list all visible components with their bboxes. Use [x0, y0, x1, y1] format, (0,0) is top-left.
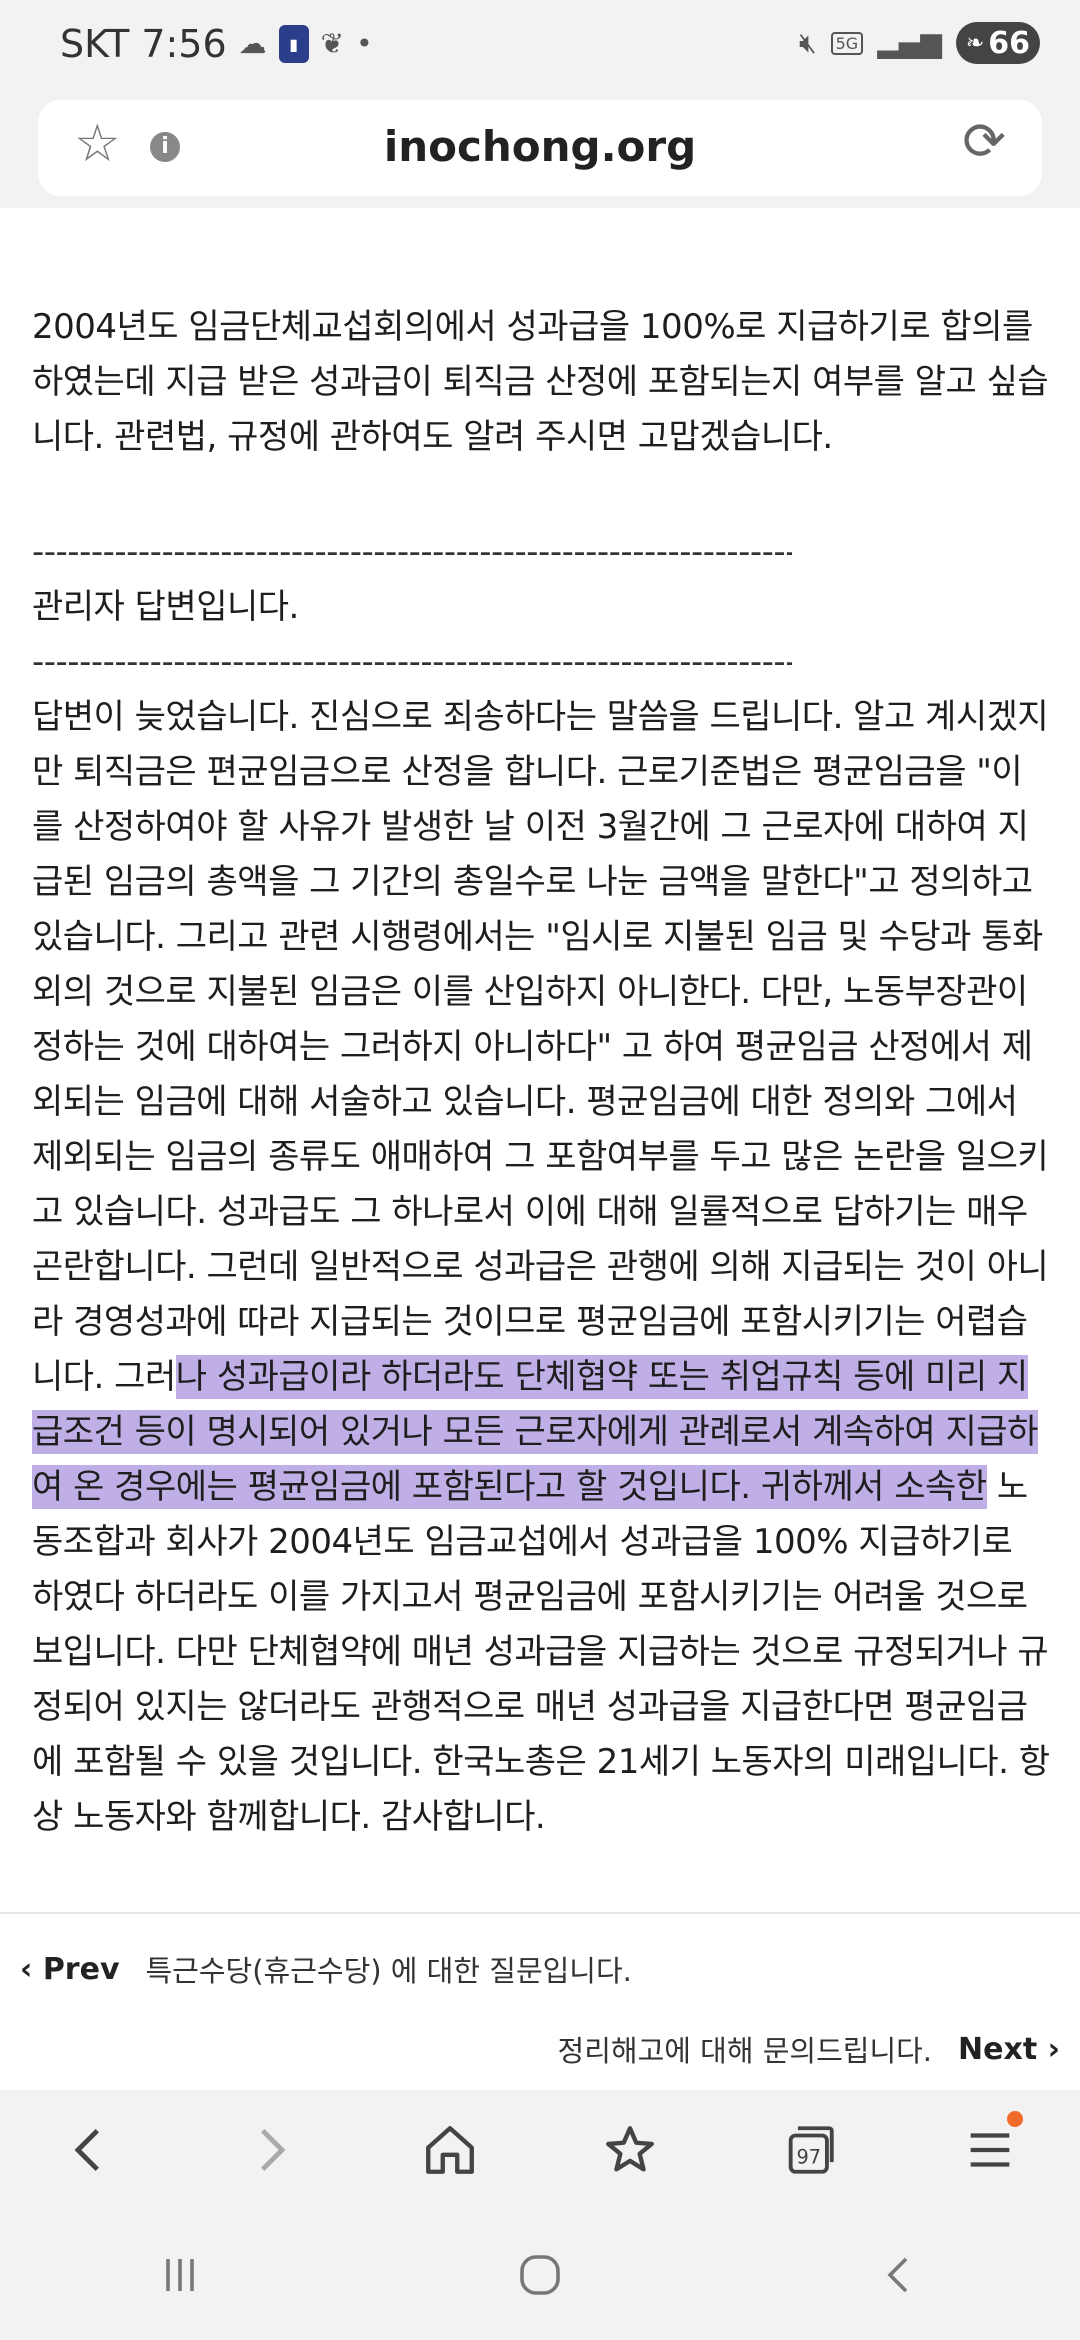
answer-part-2: 노동조합과 회사가 2004년도 임금교섭에서 성과급을 100% 지급하기로 …: [32, 1467, 1050, 1837]
answer-text: 답변이 늦었습니다. 진심으로 죄송하다는 말씀을 드립니다. 알고 계시겠지만…: [32, 690, 1052, 1845]
status-left: SKT 7:56 ☁ ▮ ❦ •: [60, 22, 373, 66]
back-icon: [74, 2128, 99, 2172]
dot-icon: •: [356, 27, 373, 60]
prev-label: Prev: [42, 1951, 120, 1987]
home-circle-icon: [520, 2255, 560, 2295]
bookmarks-button[interactable]: [585, 2105, 675, 2195]
app-notification-icon: ▮: [278, 25, 309, 63]
home-icon: [426, 2126, 474, 2174]
clock: 7:56: [141, 22, 227, 66]
battery-indicator: ❧ 66: [955, 22, 1040, 64]
reload-icon[interactable]: ⟳: [962, 116, 1006, 168]
system-nav-bar: [0, 2210, 1080, 2340]
answer-part-1: 답변이 늦었습니다. 진심으로 죄송하다는 말씀을 드립니다. 알고 계시겠지만…: [32, 697, 1049, 1397]
next-post-link[interactable]: 정리해고에 대해 문의드립니다. Next ›: [558, 2028, 1060, 2070]
back-button[interactable]: [45, 2105, 135, 2195]
home-button[interactable]: [405, 2105, 495, 2195]
divider-top: ----------------------------------------…: [32, 532, 792, 572]
recents-icon: [166, 2259, 194, 2291]
cloud-icon: ☁: [238, 27, 267, 60]
menu-button[interactable]: [945, 2105, 1035, 2195]
menu-icon: [970, 2133, 1010, 2167]
carrier-label: SKT: [60, 22, 130, 66]
url-domain[interactable]: inochong.org: [38, 122, 1042, 171]
highlighted-text: 나 성과급이라 하더라도 단체협약 또는 취업규칙 등에 미리 지급조건 등이 …: [32, 1355, 1038, 1509]
next-button[interactable]: Next ›: [958, 2032, 1060, 2067]
mute-icon: 🔇︎: [798, 26, 817, 59]
back-nav-icon: [887, 2257, 908, 2293]
back-nav-button[interactable]: [850, 2235, 950, 2315]
forward-icon: [261, 2128, 286, 2172]
notification-dot: [1007, 2111, 1023, 2127]
battery-saver-icon: ❧: [965, 30, 985, 56]
home-nav-button[interactable]: [490, 2235, 590, 2315]
bookmark-star-icon: [606, 2126, 654, 2172]
leaf-icon: ❦: [320, 27, 345, 60]
browser-toolbar: 97: [0, 2090, 1080, 2210]
address-bar-container: ☆ i inochong.org ⟳: [0, 100, 1080, 208]
signal-icon: ▂▄▆: [877, 26, 942, 59]
prev-post-title[interactable]: 특근수당(휴근수당) 에 대한 질문입니다.: [146, 1948, 632, 1990]
network-type: 5G: [830, 31, 864, 55]
battery-level: 66: [988, 25, 1030, 61]
recents-button[interactable]: [130, 2235, 230, 2315]
next-label: Next: [958, 2031, 1038, 2067]
address-bar[interactable]: ☆ i inochong.org ⟳: [38, 100, 1042, 196]
tabs-count: 97: [796, 2145, 821, 2168]
prev-button[interactable]: ‹ Prev: [20, 1952, 120, 1987]
status-right: 🔇︎ 5G ▂▄▆ ❧ 66: [799, 22, 1040, 64]
next-post-title[interactable]: 정리해고에 대해 문의드립니다.: [558, 2028, 933, 2070]
admin-answer-label: 관리자 답변입니다.: [32, 587, 299, 627]
status-bar: SKT 7:56 ☁ ▮ ❦ • 🔇︎ 5G ▂▄▆ ❧ 66: [0, 0, 1080, 100]
nav-separator: [0, 1912, 1080, 1914]
divider-bottom: ----------------------------------------…: [32, 642, 792, 682]
forward-button[interactable]: [225, 2105, 315, 2195]
tabs-icon: 97: [788, 2126, 834, 2174]
article-body: 2004년도 임금단체교섭회의에서 성과급을 100%로 지급하기로 합의를 하…: [32, 300, 1052, 1845]
question-text: 2004년도 임금단체교섭회의에서 성과급을 100%로 지급하기로 합의를 하…: [32, 307, 1049, 457]
prev-post-link[interactable]: ‹ Prev 특근수당(휴근수당) 에 대한 질문입니다.: [20, 1948, 632, 1990]
tabs-button[interactable]: 97: [765, 2105, 855, 2195]
